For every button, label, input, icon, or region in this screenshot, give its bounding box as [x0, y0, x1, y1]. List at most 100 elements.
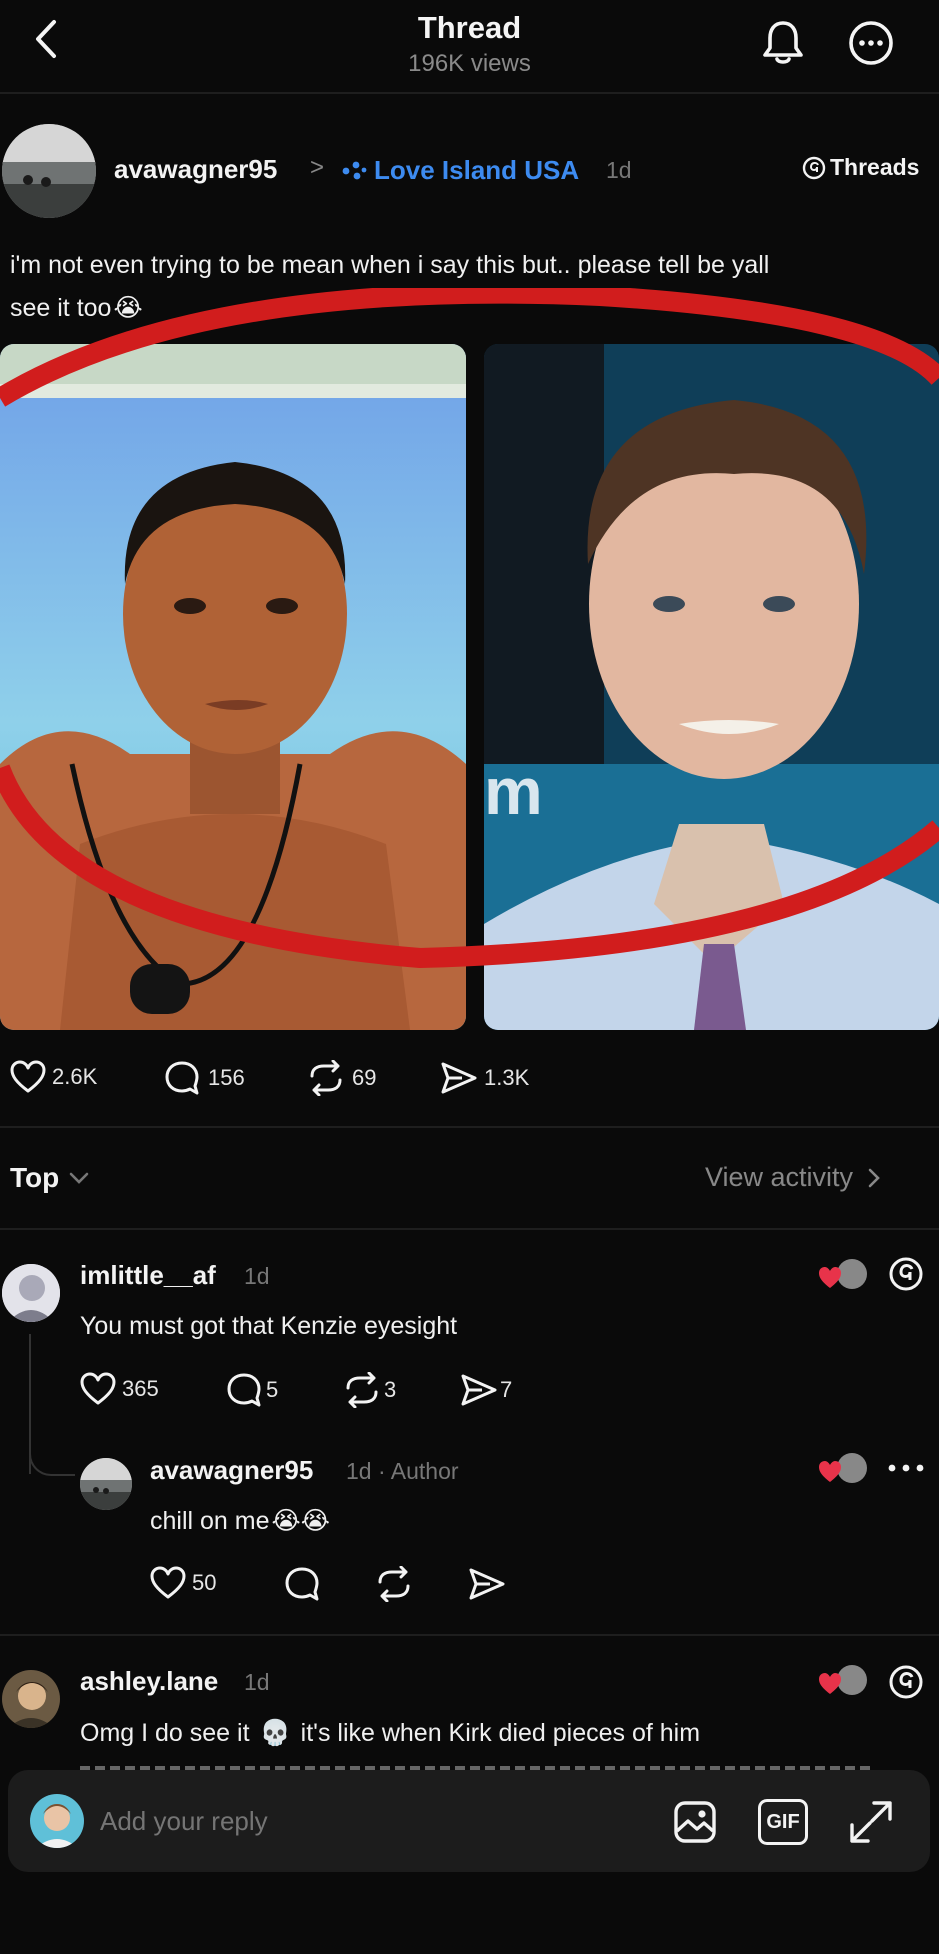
comment2-time: 1d	[346, 1458, 372, 1484]
post-like-button[interactable]: 2.6K	[10, 1060, 97, 1094]
actions-divider	[0, 1126, 939, 1128]
post-repost-count: 69	[352, 1065, 377, 1090]
expand-button[interactable]	[848, 1799, 894, 1845]
post-avatar[interactable]	[2, 124, 96, 218]
comment1-time: 1d	[244, 1263, 270, 1289]
threads-source-link[interactable]: Threads	[802, 154, 919, 181]
threads-logo-icon	[889, 1665, 923, 1699]
my-avatar	[30, 1794, 84, 1848]
comment2-text-row: chill on me 😭😭	[150, 1500, 330, 1543]
man-portrait-image-left	[0, 344, 466, 1030]
comment2-more-button[interactable]	[884, 1458, 928, 1478]
post-photo-left[interactable]	[0, 344, 466, 1030]
sort-dropdown[interactable]: Top	[10, 1162, 91, 1194]
comment2-username[interactable]: avawagner95	[150, 1455, 313, 1486]
author-liked-icon	[819, 1665, 867, 1695]
comment3-threads-button[interactable]	[888, 1664, 924, 1700]
thread-connector-curve	[29, 1440, 75, 1476]
threads-source-label: Threads	[830, 154, 920, 180]
post-time: 1d	[606, 157, 632, 183]
comment2-like-count: 50	[192, 1570, 217, 1595]
avatar-beach-image	[2, 124, 96, 218]
crying-emoji: 😭	[113, 294, 143, 322]
image-icon	[674, 1801, 716, 1843]
comment1-like-button[interactable]: 365	[80, 1372, 159, 1406]
comment3-liked-by-author	[818, 1664, 868, 1698]
post-photo-right[interactable]: m	[484, 344, 939, 1030]
post-username[interactable]: avawagner95	[114, 154, 277, 185]
avatar-image	[2, 1264, 60, 1322]
breadcrumb-separator: >	[310, 154, 325, 181]
send-icon	[461, 1374, 497, 1406]
repost-icon	[378, 1566, 410, 1602]
post-share-button[interactable]: 1.3K	[440, 1060, 529, 1096]
post-share-count: 1.3K	[484, 1065, 530, 1090]
repost-icon	[310, 1060, 342, 1096]
svg-text:m: m	[484, 754, 543, 828]
comment1-username[interactable]: imlittle__af	[80, 1260, 216, 1291]
community-icon	[342, 161, 367, 180]
threads-logo-icon	[889, 1257, 923, 1291]
comment2-avatar[interactable]	[80, 1458, 132, 1510]
more-options-button[interactable]	[848, 20, 894, 66]
comment1-reply-button[interactable]: 5	[226, 1372, 278, 1408]
comment1-threads-button[interactable]	[888, 1256, 924, 1292]
post-reply-button[interactable]: 156	[164, 1060, 245, 1096]
comments-divider	[0, 1634, 939, 1636]
comment3-username[interactable]: ashley.lane	[80, 1666, 218, 1697]
gif-label: GIF	[766, 1810, 800, 1833]
comment2-reply-button[interactable]	[284, 1566, 320, 1602]
comment3-text-part1: Omg I do see it	[80, 1719, 250, 1747]
skull-emoji: 💀	[259, 1719, 291, 1747]
community-link[interactable]: Love Island USA	[340, 152, 579, 188]
heart-icon	[150, 1566, 186, 1599]
comment2-liked-by-author	[818, 1452, 868, 1486]
comment1-text: You must got that Kenzie eyesight	[80, 1312, 458, 1340]
comment-icon	[285, 1567, 319, 1601]
expand-icon	[850, 1801, 892, 1843]
comment2-share-button[interactable]	[468, 1566, 506, 1602]
author-liked-icon	[819, 1453, 867, 1483]
more-horizontal-icon	[888, 1464, 924, 1472]
heart-icon	[80, 1372, 116, 1405]
sort-label: Top	[10, 1162, 60, 1193]
comment3-time: 1d	[244, 1669, 270, 1695]
reply-input[interactable]	[100, 1796, 640, 1846]
notification-button[interactable]	[760, 18, 806, 66]
comment3-avatar[interactable]	[2, 1670, 60, 1728]
comment2-repost-button[interactable]	[374, 1566, 414, 1602]
comment2-like-button[interactable]: 50	[150, 1566, 216, 1600]
comment2-text: chill on me	[150, 1507, 270, 1535]
comment1-like-count: 365	[122, 1376, 159, 1401]
comment-icon	[227, 1373, 261, 1407]
comment-icon	[165, 1061, 199, 1095]
post-repost-button[interactable]: 69	[306, 1060, 376, 1096]
comment1-share-count: 7	[500, 1377, 513, 1402]
comment1-liked-by-author	[818, 1258, 868, 1292]
avatar-image	[30, 1794, 84, 1848]
comment3-text-row: Omg I do see it 💀 it's like when Kirk di…	[80, 1712, 700, 1755]
comment3-text-part2: it's like when Kirk died pieces of him	[300, 1719, 701, 1747]
comment1-reply-count: 5	[266, 1377, 279, 1402]
gif-button[interactable]: GIF	[758, 1799, 808, 1845]
header-divider	[0, 92, 939, 94]
post-text-line2: see it too	[10, 294, 112, 322]
bell-icon	[763, 21, 803, 64]
comment1-repost-button[interactable]: 3	[342, 1372, 396, 1408]
chevron-right-icon	[868, 1168, 880, 1187]
view-activity-label: View activity	[705, 1162, 854, 1192]
send-icon	[441, 1062, 477, 1094]
view-activity-link[interactable]: View activity	[705, 1162, 885, 1193]
comment1-repost-count: 3	[384, 1377, 397, 1402]
image-attach-button[interactable]	[672, 1799, 718, 1845]
author-liked-icon	[819, 1259, 867, 1289]
post-reply-count: 156	[208, 1065, 245, 1090]
man-portrait-image-right: m	[484, 344, 939, 1030]
community-name: Love Island USA	[374, 154, 580, 185]
sort-divider	[0, 1228, 939, 1230]
heart-icon	[10, 1060, 46, 1093]
comment1-share-button[interactable]: 7	[460, 1372, 512, 1408]
avatar-beach-image	[80, 1458, 132, 1510]
chevron-down-icon	[69, 1172, 89, 1184]
comment1-avatar[interactable]	[2, 1264, 60, 1322]
